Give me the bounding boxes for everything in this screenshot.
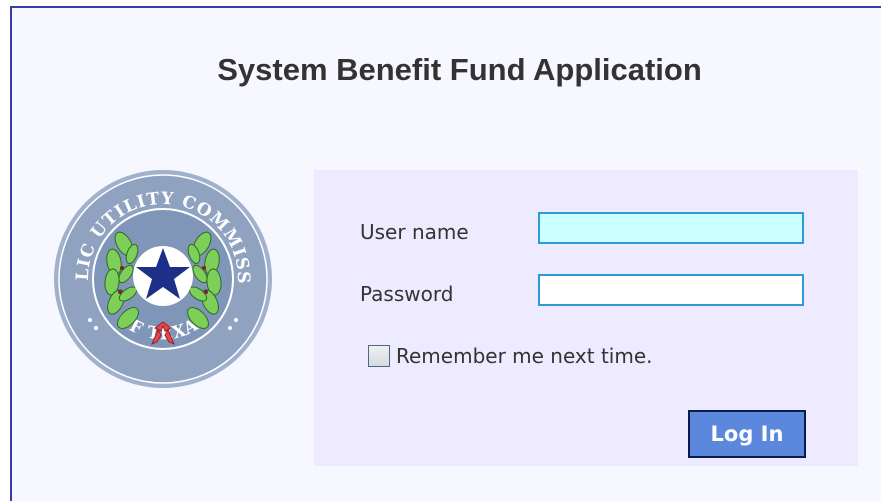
username-label: User name xyxy=(360,220,469,244)
page-title: System Benefit Fund Application xyxy=(217,52,702,87)
seal-icon: PUBLIC UTILITY COMMISSION OF TEXAS xyxy=(44,153,272,388)
remember-me-checkbox[interactable] xyxy=(368,345,390,367)
login-page: System Benefit Fund Application PUBLIC U… xyxy=(10,6,881,501)
remember-me-label[interactable]: Remember me next time. xyxy=(396,344,653,368)
password-label: Password xyxy=(360,282,454,306)
password-input[interactable] xyxy=(538,274,804,306)
login-panel: User name Password Remember me next time… xyxy=(314,170,858,466)
public-utility-commission-seal-logo: PUBLIC UTILITY COMMISSION OF TEXAS xyxy=(44,153,274,390)
login-button[interactable]: Log In xyxy=(688,410,806,458)
username-input[interactable] xyxy=(538,212,804,244)
remember-me-row[interactable]: Remember me next time. xyxy=(368,344,653,368)
